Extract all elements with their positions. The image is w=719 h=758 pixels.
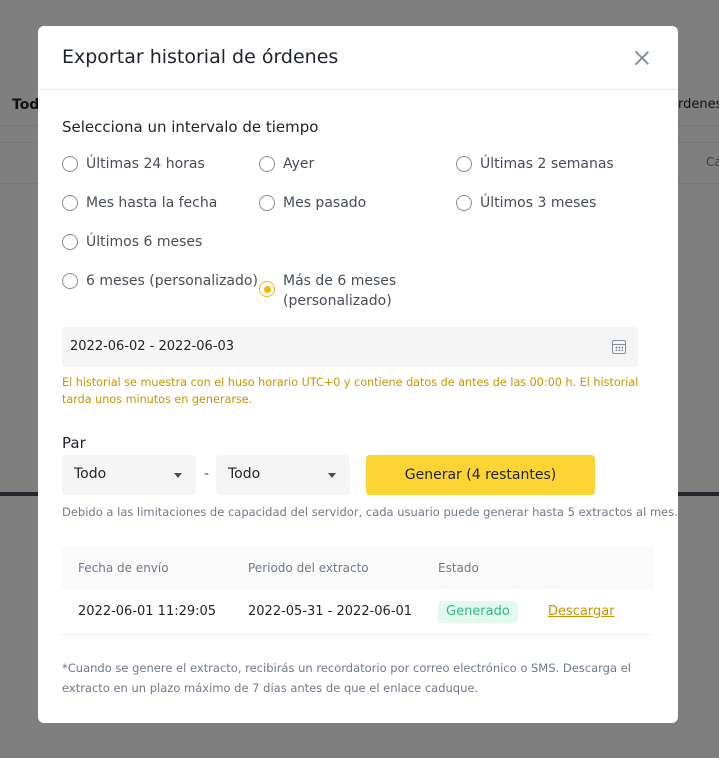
cell-period: 2022-05-31 - 2022-06-01 [248,604,413,619]
select-value: Todo [74,466,107,482]
modal-title: Exportar historial de órdenes [62,46,339,68]
radio-button[interactable] [62,273,78,289]
generate-button[interactable]: Generar (4 restantes) [366,455,595,495]
timezone-notice: El historial se muestra con el huso hora… [62,376,639,406]
select-value: Todo [228,466,261,482]
email-sms-footnote: *Cuando se genere el extracto, recibirás… [62,661,631,695]
radio-yesterday[interactable]: Ayer [259,154,314,174]
server-limit-note: Debido a las limitaciones de capacidad d… [62,505,678,519]
quote-asset-select[interactable]: Todo [216,455,350,495]
radio-label: Últimos 6 meses [86,234,203,250]
radio-label: Ayer [283,156,315,172]
radio-last-6-months[interactable]: Últimos 6 meses [62,232,202,252]
base-asset-select[interactable]: Todo [62,455,196,495]
time-interval-heading: Selecciona un intervalo de tiempo [62,118,319,136]
download-link[interactable]: Descargar [548,604,615,619]
export-order-history-modal: Exportar historial de órdenes Selecciona… [38,26,678,723]
radio-button[interactable] [259,195,275,211]
radio-button[interactable] [456,156,472,172]
radio-button[interactable] [62,156,78,172]
date-range-value: 2022-06-02 - 2022-06-03 [70,339,235,354]
column-header-sent-date: Fecha de envío [78,561,169,575]
radio-month-to-date[interactable]: Mes hasta la fecha [62,193,217,213]
caret-down-icon [174,473,182,478]
close-icon[interactable] [632,48,652,68]
status-badge: Generado [438,601,518,623]
column-header-status: Estado [438,561,479,575]
table-row: 2022-06-01 11:29:05 2022-05-31 - 2022-06… [62,589,650,635]
column-header-period: Periodo del extracto [248,561,369,575]
radio-6-months-custom[interactable]: 6 meses (personalizado) [62,271,258,291]
radio-button[interactable] [259,156,275,172]
radio-label: Últimas 24 horas [86,156,205,172]
radio-label: Mes pasado [283,195,367,211]
cell-sent-date: 2022-06-01 11:29:05 [78,604,217,619]
radio-last-2-weeks[interactable]: Últimas 2 semanas [456,154,614,174]
radio-label: Últimas 2 semanas [480,156,614,172]
radio-label: 6 meses (personalizado) [86,273,258,289]
calendar-icon[interactable] [612,340,626,354]
table-header: Fecha de envío Periodo del extracto Esta… [62,547,654,589]
radio-button[interactable] [62,234,78,250]
radio-button-selected[interactable] [259,281,275,297]
caret-down-icon [328,473,336,478]
radio-label: Mes hasta la fecha [86,195,218,211]
radio-label: Últimos 3 meses [480,195,597,211]
radio-button[interactable] [62,195,78,211]
radio-last-3-months[interactable]: Últimos 3 meses [456,193,596,213]
radio-more-than-6-months-custom[interactable]: Más de 6 meses (personalizado) [259,271,396,311]
pair-separator: - [204,466,210,482]
modal-header: Exportar historial de órdenes [38,26,678,90]
radio-button[interactable] [456,195,472,211]
date-range-picker[interactable]: 2022-06-02 - 2022-06-03 [62,327,638,367]
radio-last-24-hours[interactable]: Últimas 24 horas [62,154,205,174]
pair-label: Par [62,434,86,452]
radio-last-month[interactable]: Mes pasado [259,193,366,213]
radio-label: Más de 6 meses (personalizado) [283,273,397,309]
